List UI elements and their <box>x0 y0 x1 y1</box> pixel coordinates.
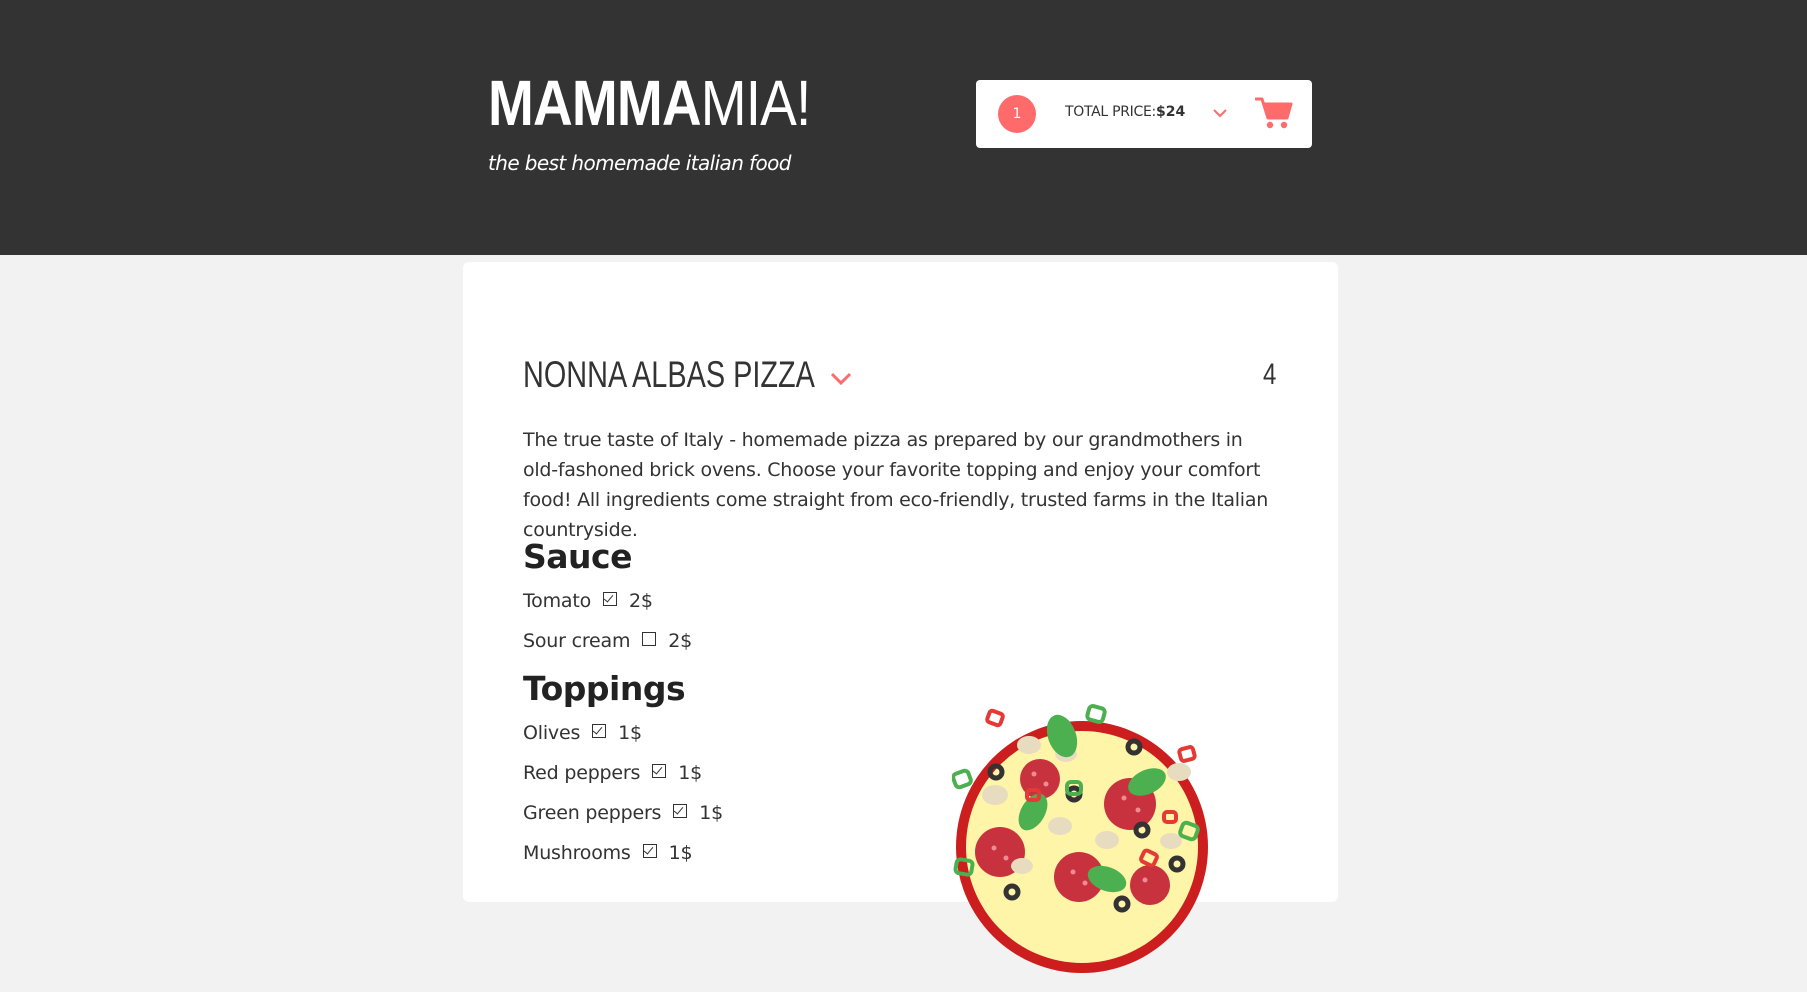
logo[interactable]: MAMMAMIA! <box>488 62 812 144</box>
option-green-peppers: Green peppers 1$ <box>523 800 723 826</box>
chevron-down-icon[interactable] <box>1211 104 1229 122</box>
pizza-image <box>952 704 1208 973</box>
option-red-peppers: Red peppers 1$ <box>523 760 702 786</box>
option-mushrooms: Mushrooms 1$ <box>523 840 693 866</box>
mushrooms-checkbox[interactable] <box>642 844 657 858</box>
option-price: 2$ <box>668 630 693 652</box>
sauce-heading: Sauce <box>523 537 632 576</box>
cart-icon[interactable] <box>1255 95 1293 131</box>
cart-count-badge: 1 <box>998 95 1036 133</box>
product-quantity: 4 <box>1263 358 1277 391</box>
option-price: 1$ <box>678 762 702 784</box>
sour-cream-checkbox[interactable] <box>642 632 657 646</box>
option-label: Olives <box>523 722 581 744</box>
product-description: The true taste of Italy - homemade pizza… <box>523 429 1269 541</box>
option-label: Tomato <box>523 590 592 612</box>
option-price: 1$ <box>618 722 642 744</box>
option-price: 1$ <box>699 802 724 824</box>
cart-summary[interactable]: 1 TOTAL PRICE: $24 <box>976 80 1312 148</box>
product-title: NONNA ALBAS PIZZA <box>523 354 815 395</box>
total-price-label: TOTAL PRICE: <box>1065 104 1156 120</box>
total-price-value: $24 <box>1156 104 1186 120</box>
option-label: Red peppers <box>523 762 641 784</box>
tomato-checkbox[interactable] <box>603 592 618 606</box>
tagline: the best homemade italian food <box>488 151 791 175</box>
site-header: MAMMAMIA! the best homemade italian food… <box>0 0 1807 255</box>
option-price: 1$ <box>668 842 693 864</box>
product-card: NONNA ALBAS PIZZA 4 The true taste of It… <box>463 262 1338 973</box>
option-tomato: Tomato 2$ <box>523 588 653 614</box>
logo-bold-text: MAMMA <box>488 67 702 139</box>
option-price: 2$ <box>629 590 653 612</box>
logo-light-text: MIA! <box>700 67 812 139</box>
option-label: Sour cream <box>523 630 631 652</box>
option-label: Mushrooms <box>523 842 631 864</box>
toppings-heading: Toppings <box>523 669 686 708</box>
olives-checkbox[interactable] <box>592 724 607 738</box>
option-olives: Olives 1$ <box>523 720 642 746</box>
chevron-down-icon[interactable] <box>828 366 854 392</box>
option-sour-cream: Sour cream 2$ <box>523 628 692 654</box>
red-peppers-checkbox[interactable] <box>652 764 667 778</box>
green-peppers-checkbox[interactable] <box>673 804 688 818</box>
option-label: Green peppers <box>523 802 662 824</box>
